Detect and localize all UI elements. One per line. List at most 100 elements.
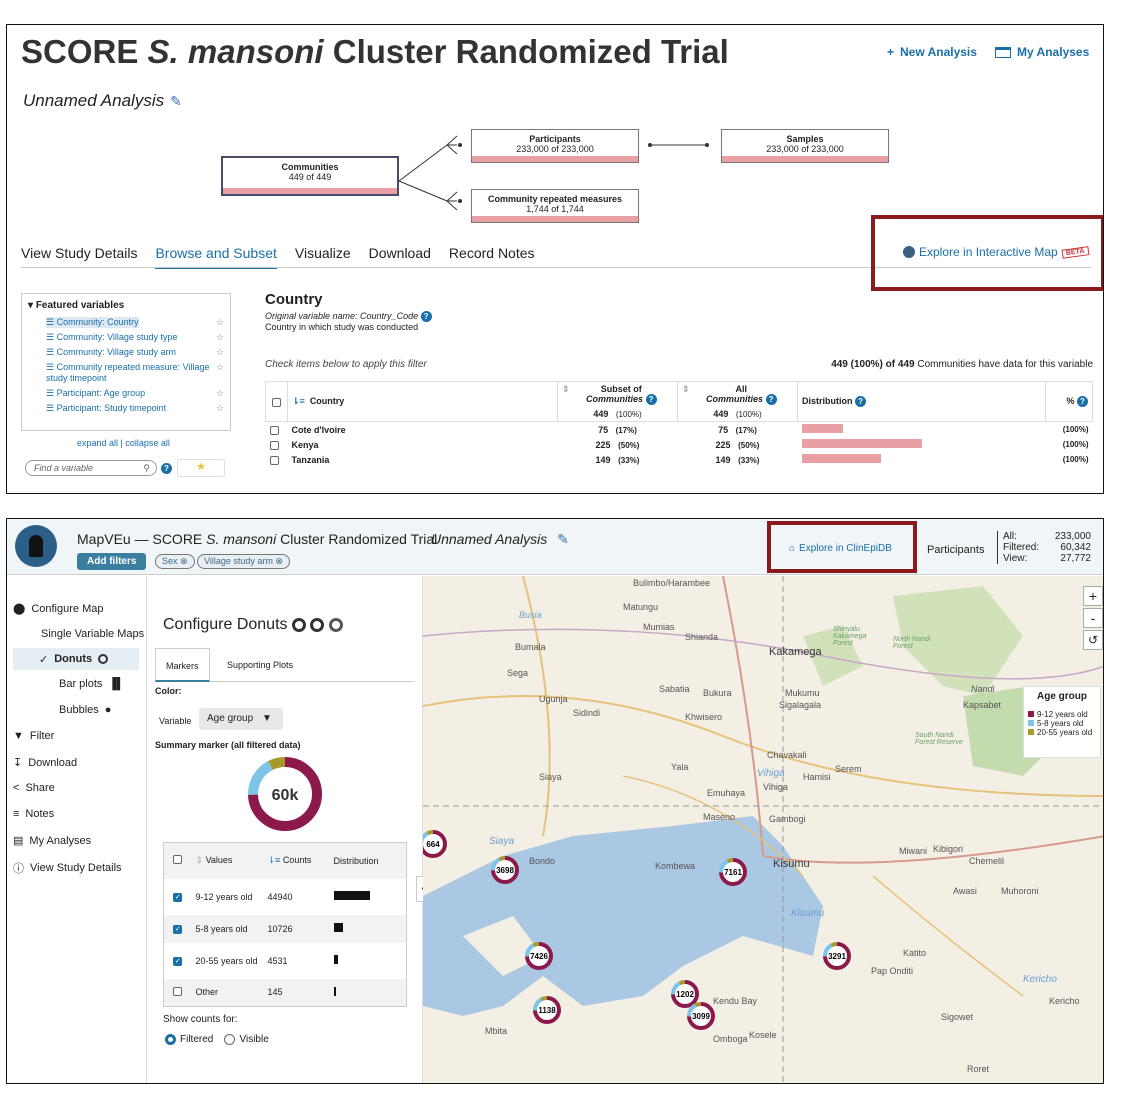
- table-row[interactable]: ✓ 5-8 years old 10726: [163, 914, 407, 943]
- featured-item[interactable]: ☰ Community: Village study arm ☆: [28, 345, 224, 360]
- radio-visible[interactable]: [224, 1034, 236, 1045]
- row-checkbox[interactable]: [269, 455, 279, 465]
- table-row[interactable]: Other 145: [163, 978, 407, 1007]
- add-filters-button[interactable]: Add filters: [77, 553, 147, 570]
- col-country[interactable]: Country: [310, 396, 345, 406]
- help-icon[interactable]: ?: [161, 463, 172, 474]
- mapveu-analysis-name[interactable]: Unnamed Analysis ✎: [431, 531, 569, 548]
- featured-item[interactable]: ☰ Participant: Age group ☆: [28, 386, 224, 401]
- help-icon[interactable]: ?: [420, 311, 432, 322]
- map-donut-marker[interactable]: 3291: [823, 942, 851, 970]
- variable-select[interactable]: Age group ▼: [199, 708, 283, 730]
- nav-notes[interactable]: ≡ Notes: [13, 808, 54, 820]
- map-donut-marker[interactable]: 7161: [719, 858, 747, 886]
- table-row[interactable]: Cote d'Ivoire 75 (17%) 75 (17%) (100%): [266, 422, 1093, 438]
- nav-bar-plots[interactable]: Bar plots ▐▌: [59, 678, 124, 690]
- close-icon[interactable]: ⊗: [180, 556, 188, 566]
- star-icon[interactable]: ☆: [216, 388, 224, 399]
- filter-chip-sex[interactable]: Sex ⊗: [155, 554, 195, 569]
- radio-filtered[interactable]: [165, 1034, 176, 1045]
- tab-download[interactable]: Download: [369, 245, 431, 269]
- nav-single-variable-maps[interactable]: Single Variable Maps: [41, 628, 144, 640]
- map-label: Roret: [967, 1064, 990, 1074]
- row-checkbox[interactable]: [173, 986, 183, 996]
- tab-visualize[interactable]: Visualize: [295, 245, 351, 269]
- row-checkbox[interactable]: ✓: [173, 957, 183, 966]
- row-checkbox[interactable]: ✓: [173, 925, 183, 934]
- explore-map-link[interactable]: Explore in Interactive Map BETA: [903, 245, 1089, 259]
- zoom-in-button[interactable]: +: [1083, 586, 1103, 606]
- nav-bubbles[interactable]: Bubbles ●: [59, 704, 111, 716]
- nav-filter[interactable]: ▼ Filter: [13, 730, 54, 742]
- star-icon[interactable]: ☆: [216, 332, 224, 343]
- help-icon[interactable]: ?: [1077, 396, 1088, 407]
- map-view[interactable]: 664 3698 7161 7426 3291 1138 1202 3099 Busia Ma…: [423, 576, 1103, 1083]
- col-pct: %: [1066, 396, 1075, 406]
- expand-all-link[interactable]: expand all: [77, 438, 118, 448]
- tab-markers[interactable]: Markers: [155, 648, 210, 682]
- nav-download[interactable]: ↧ Download: [13, 756, 77, 770]
- node-repeated-measures[interactable]: Community repeated measures 1,744 of 1,74…: [471, 189, 639, 223]
- nav-donuts[interactable]: ✓ Donuts: [13, 648, 139, 670]
- nav-configure-map[interactable]: ⬤ Configure Map: [13, 602, 103, 616]
- table-row[interactable]: ✓ 20-55 years old 4531: [163, 942, 407, 979]
- featured-item[interactable]: ☰ Community: Village study type ☆: [28, 330, 224, 345]
- nav-view-study-details[interactable]: ⓘ View Study Details: [13, 860, 122, 876]
- nav-my-analyses[interactable]: ▤ My Analyses: [13, 834, 91, 848]
- featured-item[interactable]: ☰ Community: Country ☆: [28, 315, 224, 330]
- map-donut-marker[interactable]: 3099: [687, 1002, 715, 1030]
- variable-title: Country: [265, 291, 323, 308]
- row-checkbox[interactable]: [269, 440, 279, 450]
- map-label: Vihiga: [757, 768, 785, 779]
- tab-view-study-details[interactable]: View Study Details: [21, 245, 137, 269]
- star-icon[interactable]: ☆: [216, 347, 224, 358]
- node-participants[interactable]: Participants 233,000 of 233,000: [471, 129, 639, 163]
- row-checkbox[interactable]: [269, 425, 279, 435]
- reset-view-button[interactable]: ↺: [1083, 630, 1103, 650]
- select-all-checkbox[interactable]: [173, 855, 183, 865]
- find-variable-input[interactable]: Find a variable ⚲: [25, 460, 157, 476]
- collapse-all-link[interactable]: collapse all: [125, 438, 170, 448]
- help-icon[interactable]: ?: [855, 396, 867, 407]
- mapveu-logo[interactable]: [15, 525, 57, 567]
- map-donut-marker[interactable]: 1138: [533, 996, 561, 1024]
- featured-title[interactable]: ▾ Featured variables: [28, 300, 224, 311]
- star-icon[interactable]: ☆: [216, 403, 224, 414]
- explore-clinepi-link[interactable]: ⌂ Explore in ClinEpiDB: [789, 543, 892, 554]
- help-icon[interactable]: ?: [765, 394, 777, 405]
- row-checkbox[interactable]: ✓: [173, 893, 183, 902]
- summary-donut: 60k: [248, 757, 322, 831]
- nav-share[interactable]: < Share: [13, 782, 55, 794]
- table-row[interactable]: ✓ 9-12 years old 44940: [163, 878, 407, 915]
- map-donut-marker[interactable]: 7426: [525, 942, 553, 970]
- table-row[interactable]: Tanzania 149 (33%) 149 (33%) (100%): [266, 452, 1093, 467]
- close-icon[interactable]: ⊗: [275, 556, 283, 566]
- node-communities[interactable]: Communities 449 of 449: [221, 156, 399, 196]
- node-samples[interactable]: Samples 233,000 of 233,000: [721, 129, 889, 163]
- map-donut-marker[interactable]: 664: [423, 830, 447, 858]
- col-values[interactable]: Values: [206, 855, 233, 865]
- map-donut-marker[interactable]: 1202: [671, 980, 699, 1008]
- filter-chip-village-arm[interactable]: Village study arm ⊗: [197, 554, 290, 569]
- map-label: Kendu Bay: [713, 996, 758, 1006]
- col-all[interactable]: ⇕ All Communities ?: [677, 381, 798, 407]
- map-label: Sidindi: [573, 708, 601, 718]
- col-subset[interactable]: ⇕ Subset of Communities ?: [557, 381, 678, 407]
- tab-record-notes[interactable]: Record Notes: [449, 245, 535, 269]
- pencil-icon[interactable]: ✎: [557, 531, 569, 547]
- map-donut-marker[interactable]: 3698: [491, 856, 519, 884]
- star-icon[interactable]: ☆: [216, 362, 224, 384]
- star-icon[interactable]: ☆: [216, 317, 224, 328]
- star-toggle[interactable]: ★: [177, 459, 225, 477]
- featured-item[interactable]: ☰ Community repeated measure: Village st…: [28, 360, 224, 386]
- zoom-out-button[interactable]: -: [1083, 608, 1103, 628]
- globe-icon: [903, 246, 915, 258]
- tab-supporting-plots[interactable]: Supporting Plots: [217, 648, 303, 682]
- featured-item[interactable]: ☰ Participant: Study timepoint ☆: [28, 401, 224, 416]
- tab-browse-subset[interactable]: Browse and Subset: [155, 245, 277, 269]
- select-all-checkbox[interactable]: [272, 397, 281, 407]
- table-row[interactable]: Kenya 225 (50%) 225 (50%) (100%): [266, 437, 1093, 452]
- help-icon[interactable]: ?: [645, 394, 657, 405]
- sort-icon[interactable]: ⇂≡: [292, 396, 305, 406]
- col-counts[interactable]: Counts: [283, 855, 312, 865]
